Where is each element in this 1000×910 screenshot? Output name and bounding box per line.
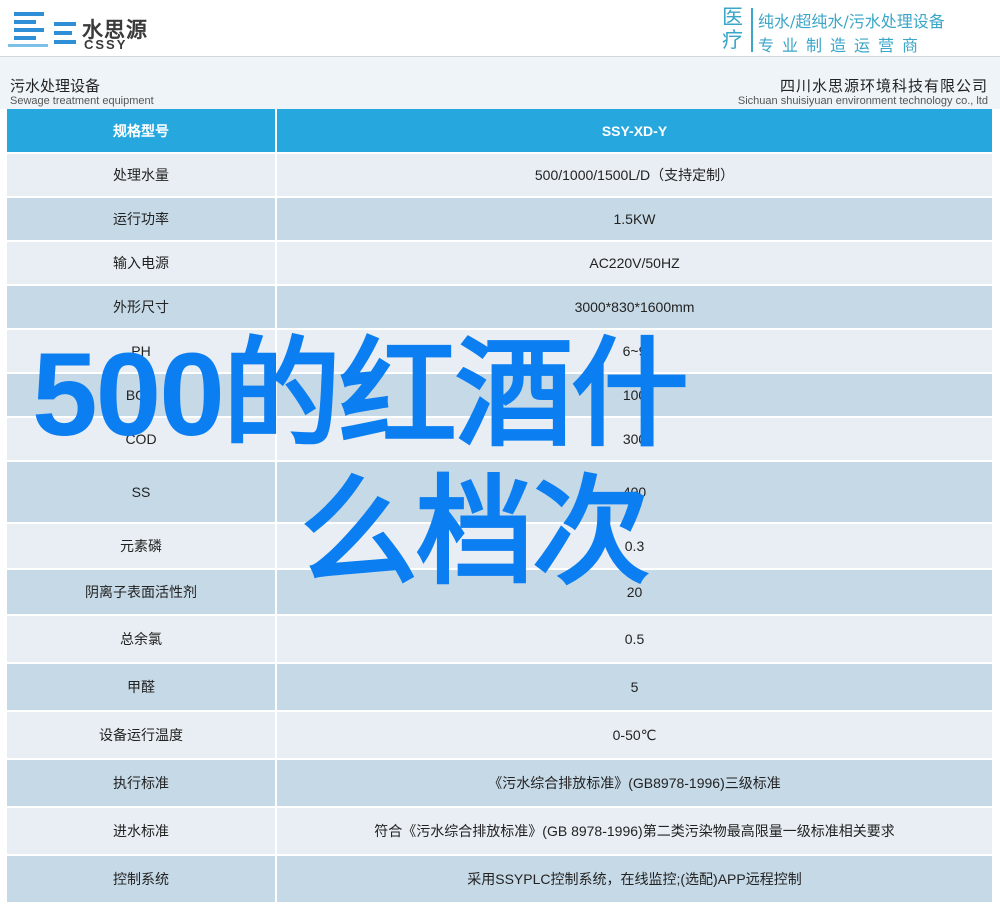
table-row: 处理水量 500/1000/1500L/D（支持定制） — [7, 153, 992, 198]
water-drop-logo-icon — [8, 12, 48, 47]
row-label: 元素磷 — [7, 523, 277, 570]
row-value: 500/1000/1500L/D（支持定制） — [276, 153, 992, 198]
row-label: 甲醛 — [7, 663, 277, 712]
product-category-cn: 污水处理设备 — [10, 78, 101, 95]
table-row: 甲醛 5 — [7, 663, 992, 712]
row-label: SS — [7, 461, 277, 524]
table-row: 总余氯 0.5 — [7, 615, 992, 664]
row-value: 采用SSYPLC控制系统，在线监控;(选配)APP远程控制 — [276, 855, 992, 904]
row-value: 0.3 — [276, 523, 992, 570]
row-value: 20 — [276, 569, 992, 616]
row-value: 300 — [276, 417, 992, 462]
table-row: 控制系统 采用SSYPLC控制系统，在线监控;(选配)APP远程控制 — [7, 855, 992, 904]
top-header: 水思源 CSSY 医疗 纯水/超纯水/污水处理设备 专业制造运营商 — [0, 0, 1000, 55]
table-row: 外形尺寸 3000*830*1600mm — [7, 285, 992, 330]
header-value-cell: SSY-XD-Y — [276, 109, 992, 154]
row-value: 6~9 — [276, 329, 992, 374]
table-row: 进水标准 符合《污水综合排放标准》(GB 8978-1996)第二类污染物最高限… — [7, 807, 992, 856]
product-category-en: Sewage treatment equipment — [10, 95, 154, 107]
row-label: 阴离子表面活性剂 — [7, 569, 277, 616]
row-label: 输入电源 — [7, 241, 277, 286]
table-row: COD 300 — [7, 417, 992, 462]
spec-table: 规格型号 SSY-XD-Y 处理水量 500/1000/1500L/D（支持定制… — [7, 109, 992, 904]
table-row: 阴离子表面活性剂 20 — [7, 569, 992, 616]
row-value: 《污水综合排放标准》(GB8978-1996)三级标准 — [276, 759, 992, 808]
table-row: 设备运行温度 0-50℃ — [7, 711, 992, 760]
table-row: SS 400 — [7, 461, 992, 524]
row-label: 总余氯 — [7, 615, 277, 664]
table-row: 元素磷 0.3 — [7, 523, 992, 570]
table-row: PH 6~9 — [7, 329, 992, 374]
row-label: BOD — [7, 373, 277, 418]
row-label: 外形尺寸 — [7, 285, 277, 330]
header-label-cell: 规格型号 — [7, 109, 277, 154]
table-header-row: 规格型号 SSY-XD-Y — [7, 109, 992, 154]
slogan-big-text: 医疗 — [722, 5, 743, 52]
row-label: PH — [7, 329, 277, 374]
row-value: 符合《污水综合排放标准》(GB 8978-1996)第二类污染物最高限量一级标准… — [276, 807, 992, 856]
product-sub-header: 污水处理设备 Sewage treatment equipment 四川水思源环… — [0, 57, 1000, 109]
company-name-cn: 四川水思源环境科技有限公司 — [779, 78, 988, 95]
row-value: 0-50℃ — [276, 711, 992, 760]
slogan-divider — [751, 8, 753, 52]
company-logo[interactable]: 水思源 CSSY — [8, 4, 148, 52]
row-value: AC220V/50HZ — [276, 241, 992, 286]
table-row: 执行标准 《污水综合排放标准》(GB8978-1996)三级标准 — [7, 759, 992, 808]
row-value: 3000*830*1600mm — [276, 285, 992, 330]
logo-english-name: CSSY — [84, 37, 128, 52]
slogan-line-1: 纯水/超纯水/污水处理设备 — [758, 12, 945, 31]
row-value: 5 — [276, 663, 992, 712]
company-name-en: Sichuan shuisiyuan environment technolog… — [737, 95, 988, 107]
row-value: 0.5 — [276, 615, 992, 664]
row-label: 控制系统 — [7, 855, 277, 904]
row-value: 1.5KW — [276, 197, 992, 242]
table-row: BOD 100 — [7, 373, 992, 418]
row-label: 执行标准 — [7, 759, 277, 808]
table-row: 运行功率 1.5KW — [7, 197, 992, 242]
row-label: 运行功率 — [7, 197, 277, 242]
row-label: COD — [7, 417, 277, 462]
logo-wave-icon — [54, 22, 76, 44]
table-row: 输入电源 AC220V/50HZ — [7, 241, 992, 286]
row-label: 进水标准 — [7, 807, 277, 856]
row-label: 处理水量 — [7, 153, 277, 198]
row-label: 设备运行温度 — [7, 711, 277, 760]
row-value: 400 — [276, 461, 992, 524]
slogan-line-2: 专业制造运营商 — [758, 36, 927, 55]
row-value: 100 — [276, 373, 992, 418]
slogan: 医疗 纯水/超纯水/污水处理设备 专业制造运营商 — [722, 5, 994, 56]
